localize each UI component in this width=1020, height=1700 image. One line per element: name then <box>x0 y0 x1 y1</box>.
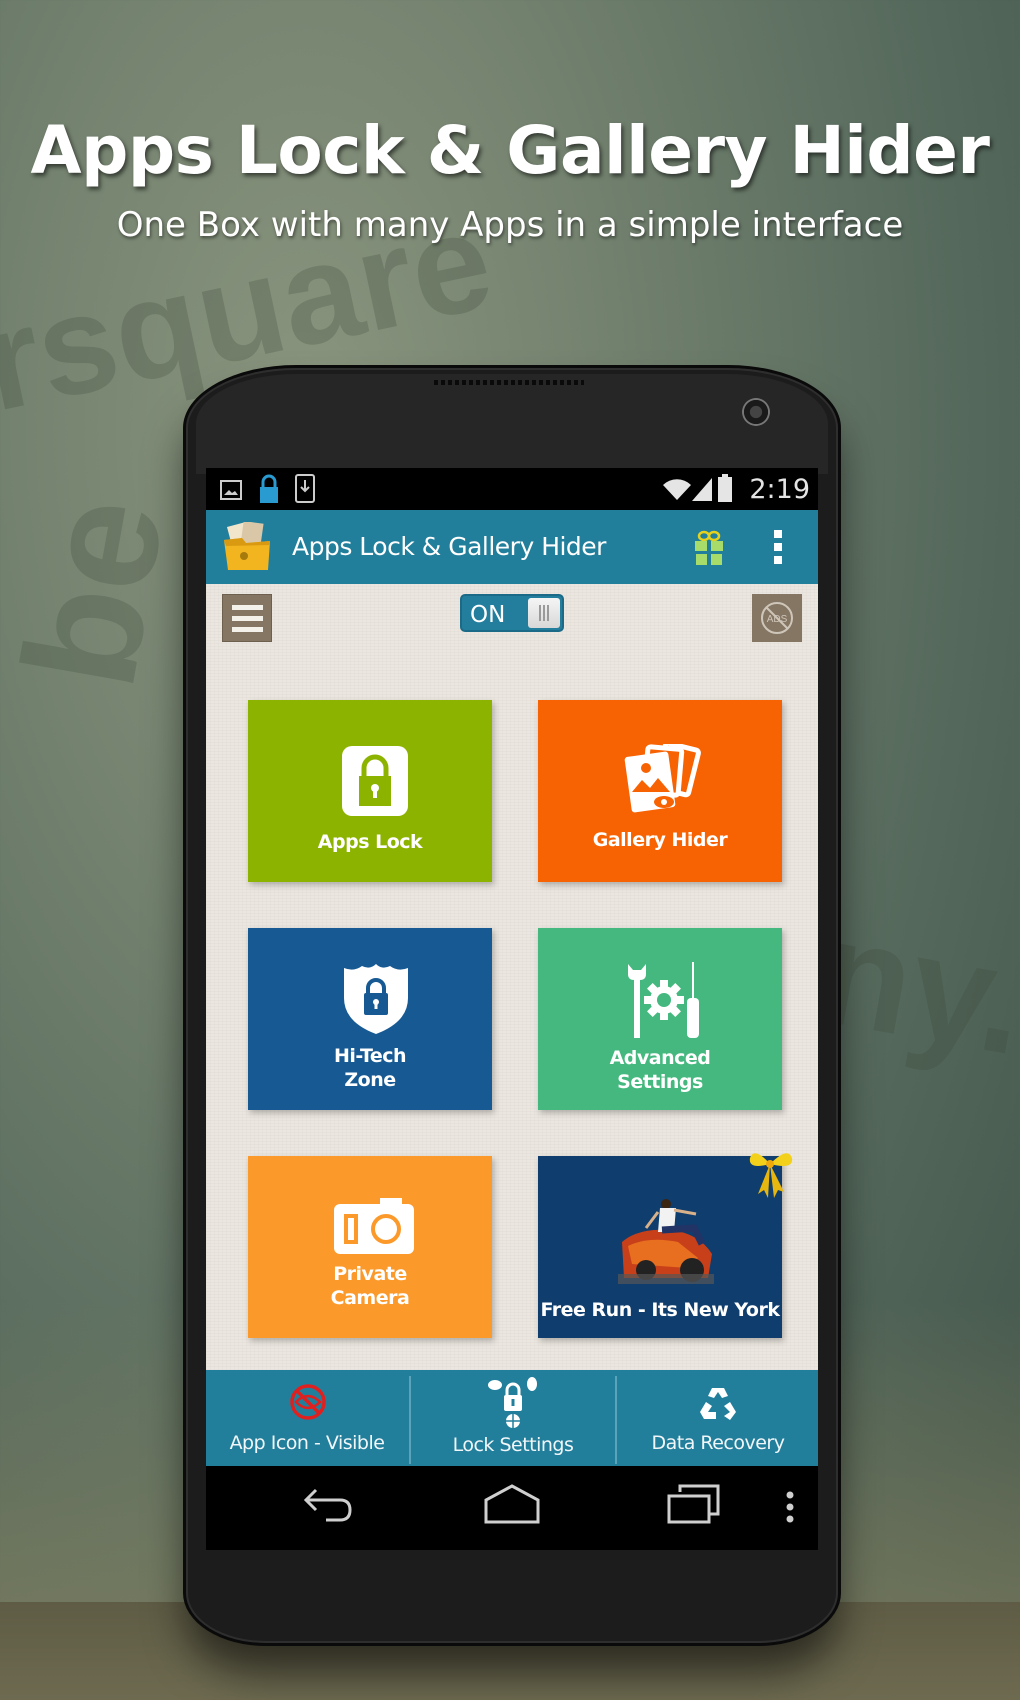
app-title: Apps Lock & Gallery Hider <box>292 532 606 561</box>
divider <box>615 1376 617 1464</box>
lock-toggle-switch[interactable]: ON <box>460 594 564 632</box>
no-ads-icon: ADS <box>761 602 793 634</box>
promo-subtitle: One Box with many Apps in a simple inter… <box>116 205 904 245</box>
overflow-menu-icon[interactable] <box>772 530 784 568</box>
tile-gallery-hider[interactable]: Gallery Hider <box>538 700 782 882</box>
recycle-icon <box>700 1388 736 1420</box>
status-time: 2:19 <box>749 474 810 505</box>
image-icon <box>220 480 242 500</box>
bottom-item-label: Lock Settings <box>452 1434 574 1456</box>
photos-eye-icon <box>624 744 701 813</box>
front-camera <box>742 398 770 426</box>
bottom-item-lock-settings[interactable]: Lock Settings <box>412 1370 614 1466</box>
tile-label-line1: Hi-Tech <box>333 1045 407 1067</box>
tile-label-line1: Private <box>333 1263 407 1285</box>
hamburger-menu-icon <box>232 605 263 610</box>
phone-frame: 2:19 Apps Lock & Gallery Hider ON ADS Ap… <box>186 368 838 1643</box>
navigation-bar <box>206 1466 818 1550</box>
ribbon-bow-icon <box>749 1153 793 1198</box>
shield-lock-icon <box>344 964 408 1034</box>
tile-label-line1: Advanced <box>609 1047 711 1069</box>
tile-label: Apps Lock <box>317 831 423 853</box>
bottom-toolbar: App Icon - Visible Lock Settings Data Re… <box>206 1370 818 1466</box>
download-icon <box>295 474 315 503</box>
wifi-icon <box>663 479 691 500</box>
game-thumbnail <box>618 1199 714 1284</box>
phone-bezel-top <box>196 374 828 474</box>
bottom-item-data-recovery[interactable]: Data Recovery <box>618 1370 818 1466</box>
tile-hi-tech-zone[interactable]: Hi-Tech Zone <box>248 928 492 1110</box>
camera-icon <box>334 1198 414 1254</box>
divider <box>409 1376 411 1464</box>
tools-gear-icon <box>628 962 699 1038</box>
background-watermark: ny. <box>807 885 1020 1087</box>
promo-title: Apps Lock & Gallery Hider <box>30 112 990 189</box>
signal-icon <box>692 478 712 501</box>
svg-text:ADS: ADS <box>767 614 788 625</box>
status-bar: 2:19 <box>206 468 818 510</box>
tile-free-run-game[interactable]: Free Run - Its New York <box>538 1153 793 1338</box>
speaker-grille <box>434 380 584 385</box>
tile-label: Gallery Hider <box>592 829 728 851</box>
padlock-icon <box>342 746 408 816</box>
tile-apps-lock[interactable]: Apps Lock <box>248 700 492 882</box>
action-bar: Apps Lock & Gallery Hider <box>206 510 818 584</box>
bottom-item-app-icon-visible[interactable]: App Icon - Visible <box>206 1370 408 1466</box>
main-content: ON ADS Apps Lock Gallery Hider Hi-Tech Z… <box>206 584 818 1370</box>
no-ads-button[interactable]: ADS <box>752 594 802 642</box>
back-icon[interactable] <box>302 1486 358 1526</box>
lock-icon <box>260 474 278 503</box>
menu-dots-icon[interactable] <box>784 1490 796 1526</box>
hamburger-menu-button[interactable] <box>222 594 272 642</box>
bottom-item-label: Data Recovery <box>651 1432 785 1454</box>
toggle-knob[interactable] <box>528 598 560 628</box>
tile-private-camera[interactable]: Private Camera <box>248 1156 492 1338</box>
background-watermark: be <box>0 484 198 700</box>
lock-settings-icon <box>488 1377 537 1428</box>
recent-apps-icon[interactable] <box>666 1484 722 1526</box>
tile-label-line2: Zone <box>344 1069 396 1091</box>
phone-screen: 2:19 Apps Lock & Gallery Hider ON ADS Ap… <box>206 468 818 1550</box>
eye-hidden-icon <box>290 1384 326 1420</box>
tile-advanced-settings[interactable]: Advanced Settings <box>538 928 782 1110</box>
tile-label: Free Run - Its New York <box>540 1299 780 1321</box>
bottom-item-label: App Icon - Visible <box>229 1432 385 1454</box>
app-logo-icon <box>224 522 270 570</box>
tile-label-line2: Settings <box>617 1071 703 1093</box>
toggle-label: ON <box>470 602 506 628</box>
battery-icon <box>718 474 732 502</box>
home-icon[interactable] <box>482 1482 542 1526</box>
tile-label-line2: Camera <box>330 1287 410 1309</box>
gift-icon[interactable] <box>694 530 724 566</box>
